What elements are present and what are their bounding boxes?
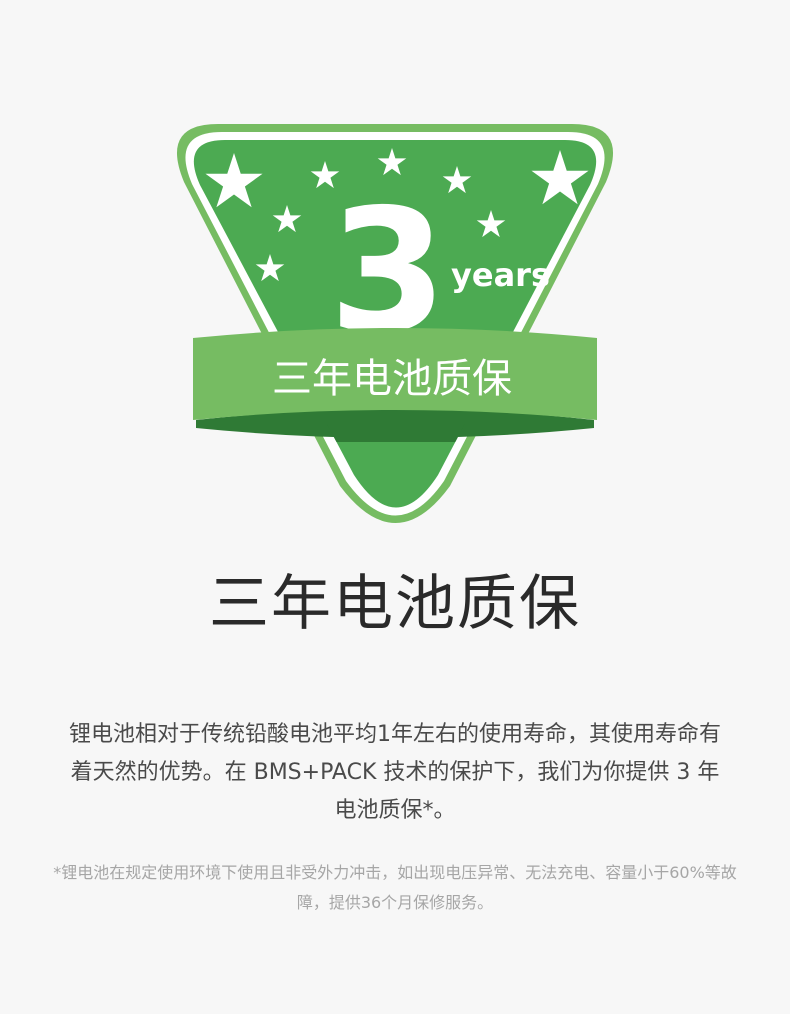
ribbon-text: 三年电池质保	[272, 356, 512, 402]
description-text: 锂电池相对于传统铅酸电池平均1年左右的使用寿命，其使用寿命有着天然的优势。在 B…	[69, 722, 721, 823]
badge-unit: years	[451, 256, 550, 294]
warranty-badge: 3 years 三年电池质保	[0, 0, 790, 540]
footnote-text: *锂电池在规定使用环境下使用且非受外力冲击，如出现电压异常、无法充电、容量小于6…	[53, 863, 737, 912]
page-title: 三年电池质保	[209, 569, 581, 639]
badge-graphic: 3 years 三年电池质保	[176, 124, 614, 523]
